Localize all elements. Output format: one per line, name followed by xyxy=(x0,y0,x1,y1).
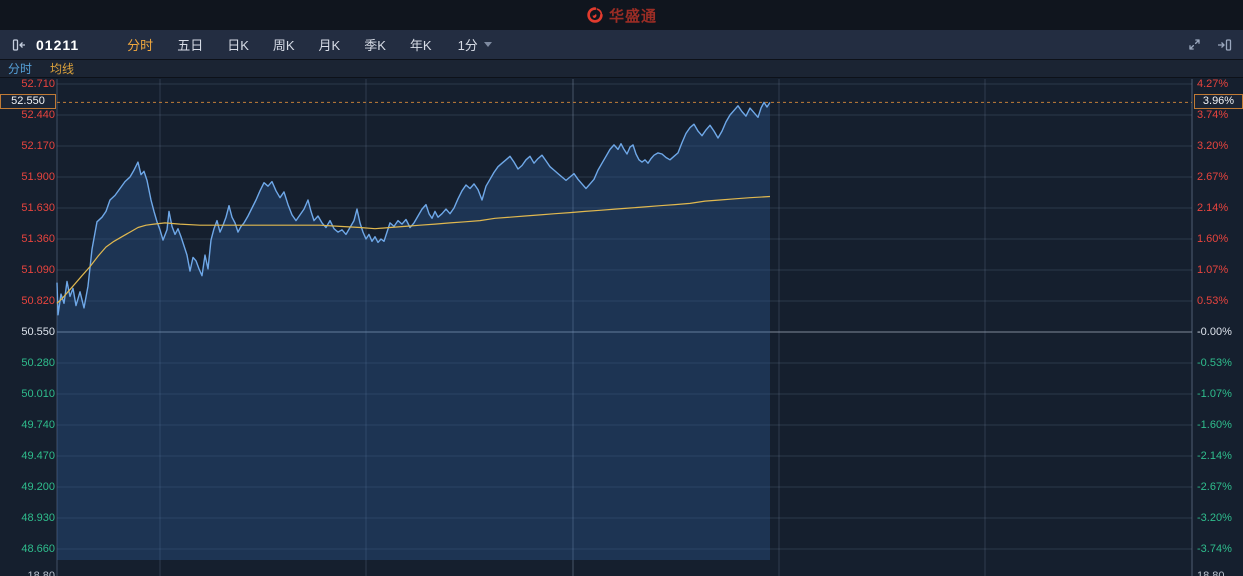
volume-pane-label-right: 18.80 xyxy=(1197,570,1225,576)
top-brand-bar: 华盛通 xyxy=(0,0,1243,30)
price-axis-label: 50.010 xyxy=(0,388,55,400)
period-tab[interactable]: 月K xyxy=(319,35,341,54)
intraday-chart[interactable]: 52.710 52.440 52.170 51.900 51.630 51.360 51.0… xyxy=(0,79,1243,576)
overlay-subtab[interactable]: 均线 xyxy=(50,60,74,77)
percent-axis-label: 1.07% xyxy=(1197,264,1228,276)
panel-collapse-icon[interactable] xyxy=(10,36,28,54)
percent-axis-label: -0.00% xyxy=(1197,326,1232,338)
price-axis-label: 48.660 xyxy=(0,543,55,555)
kline-interval-dropdown[interactable]: 1分 xyxy=(458,35,492,54)
kline-interval-value: 1分 xyxy=(458,35,478,54)
percent-axis-label: -1.60% xyxy=(1197,419,1232,431)
percent-axis-label: -0.53% xyxy=(1197,357,1232,369)
percent-axis-label: -1.07% xyxy=(1197,388,1232,400)
price-axis-label: 51.090 xyxy=(0,264,55,276)
change-percent-marker: 3.96% xyxy=(1194,94,1243,109)
intraday-chart-svg[interactable] xyxy=(0,79,1243,576)
price-axis-label: 50.550 xyxy=(0,326,55,338)
price-axis-label: 51.630 xyxy=(0,202,55,214)
period-tab[interactable]: 日K xyxy=(227,35,249,54)
toolbar-right-actions xyxy=(1185,36,1233,54)
chart-toolbar: 01211 分时 五日 日K 周K 月K 季K 年K 1分 xyxy=(0,30,1243,60)
stock-code[interactable]: 01211 xyxy=(36,37,79,53)
overlay-subtabs: 分时 均线 xyxy=(0,60,1243,78)
period-tab[interactable]: 五日 xyxy=(177,35,203,54)
percent-axis-label: 2.67% xyxy=(1197,171,1228,183)
period-tab[interactable]: 分时 xyxy=(127,35,153,54)
fullscreen-icon[interactable] xyxy=(1185,36,1203,54)
percent-axis-label: 1.60% xyxy=(1197,233,1228,245)
price-axis-label: 50.280 xyxy=(0,357,55,369)
last-price-marker: 52.550 xyxy=(0,94,56,109)
price-axis-label: 52.170 xyxy=(0,140,55,152)
percent-axis-label: 3.74% xyxy=(1197,109,1228,121)
percent-axis-label: 3.20% xyxy=(1197,140,1228,152)
price-axis-label: 52.440 xyxy=(0,109,55,121)
percent-axis-label: 2.14% xyxy=(1197,202,1228,214)
trading-app-window: 华盛通 01211 分时 五日 日K 周K 月K 季K 年K 1分 xyxy=(0,0,1243,576)
overlay-subtab[interactable]: 分时 xyxy=(8,60,32,77)
percent-axis-label: -3.74% xyxy=(1197,543,1232,555)
price-axis-label: 49.740 xyxy=(0,419,55,431)
price-axis-label: 50.820 xyxy=(0,295,55,307)
price-axis-label: 52.710 xyxy=(0,78,55,90)
brand-flame-icon xyxy=(586,6,604,24)
period-tab[interactable]: 周K xyxy=(273,35,295,54)
dock-right-icon[interactable] xyxy=(1215,36,1233,54)
period-tab[interactable]: 季K xyxy=(364,35,386,54)
price-axis-label: 51.360 xyxy=(0,233,55,245)
chevron-down-icon xyxy=(484,42,492,47)
price-axis-label: 51.900 xyxy=(0,171,55,183)
percent-axis-label: -2.14% xyxy=(1197,450,1232,462)
chart-period-tabs: 分时 五日 日K 周K 月K 季K 年K xyxy=(127,35,431,54)
percent-axis-label: -2.67% xyxy=(1197,481,1232,493)
price-axis-label: 49.200 xyxy=(0,481,55,493)
percent-axis-label: -3.20% xyxy=(1197,512,1232,524)
percent-axis-label: 4.27% xyxy=(1197,78,1228,90)
stock-header: 01211 xyxy=(10,36,79,54)
percent-axis-label: 0.53% xyxy=(1197,295,1228,307)
price-axis-label: 48.930 xyxy=(0,512,55,524)
brand: 华盛通 xyxy=(586,5,657,26)
period-tab[interactable]: 年K xyxy=(410,35,432,54)
price-axis-label: 49.470 xyxy=(0,450,55,462)
brand-title: 华盛通 xyxy=(609,5,657,26)
volume-pane-label-left: 18.80 xyxy=(0,570,55,576)
